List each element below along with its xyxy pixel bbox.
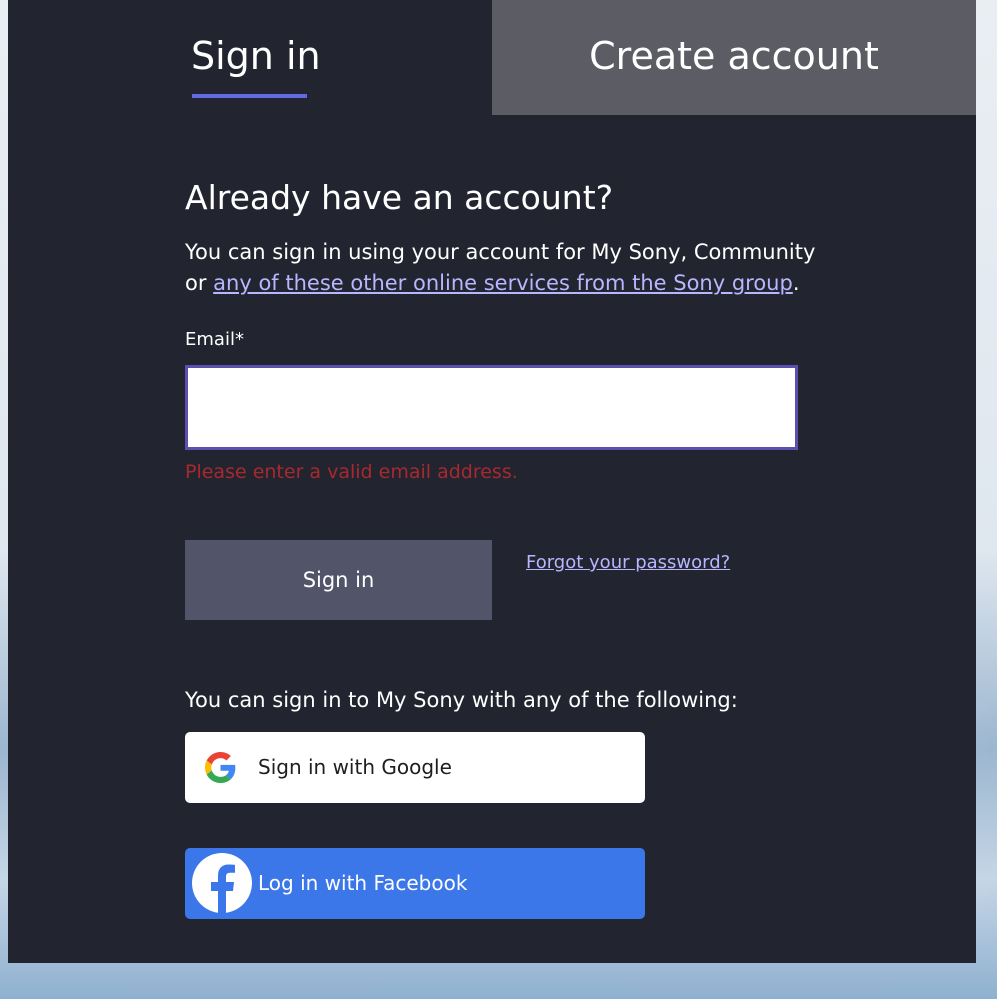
tab-sign-in-label: Sign in <box>191 34 321 78</box>
google-signin-button[interactable]: Sign in with Google <box>185 732 645 803</box>
google-signin-label: Sign in with Google <box>258 755 452 779</box>
active-tab-indicator <box>192 94 307 98</box>
social-signin-intro: You can sign in to My Sony with any of t… <box>185 688 738 712</box>
tab-create-account-label: Create account <box>589 34 879 78</box>
email-label: Email* <box>185 329 244 350</box>
facebook-login-button[interactable]: Log in with Facebook <box>185 848 645 919</box>
email-field[interactable] <box>185 365 798 450</box>
sign-in-button[interactable]: Sign in <box>185 540 492 620</box>
tab-create-account[interactable]: Create account <box>492 0 976 115</box>
google-icon <box>205 752 236 783</box>
signin-panel: Sign in Create account Already have an a… <box>8 0 976 963</box>
facebook-login-label: Log in with Facebook <box>258 871 468 895</box>
tab-sign-in[interactable]: Sign in <box>8 0 492 115</box>
intro-text-end: . <box>792 271 800 295</box>
page-title: Already have an account? <box>185 178 614 217</box>
sony-group-services-link[interactable]: any of these other online services from … <box>213 271 793 295</box>
intro-text: You can sign in using your account for M… <box>185 237 825 299</box>
facebook-icon <box>192 853 252 913</box>
email-error-message: Please enter a valid email address. <box>185 461 518 483</box>
forgot-password-link[interactable]: Forgot your password? <box>526 550 730 576</box>
